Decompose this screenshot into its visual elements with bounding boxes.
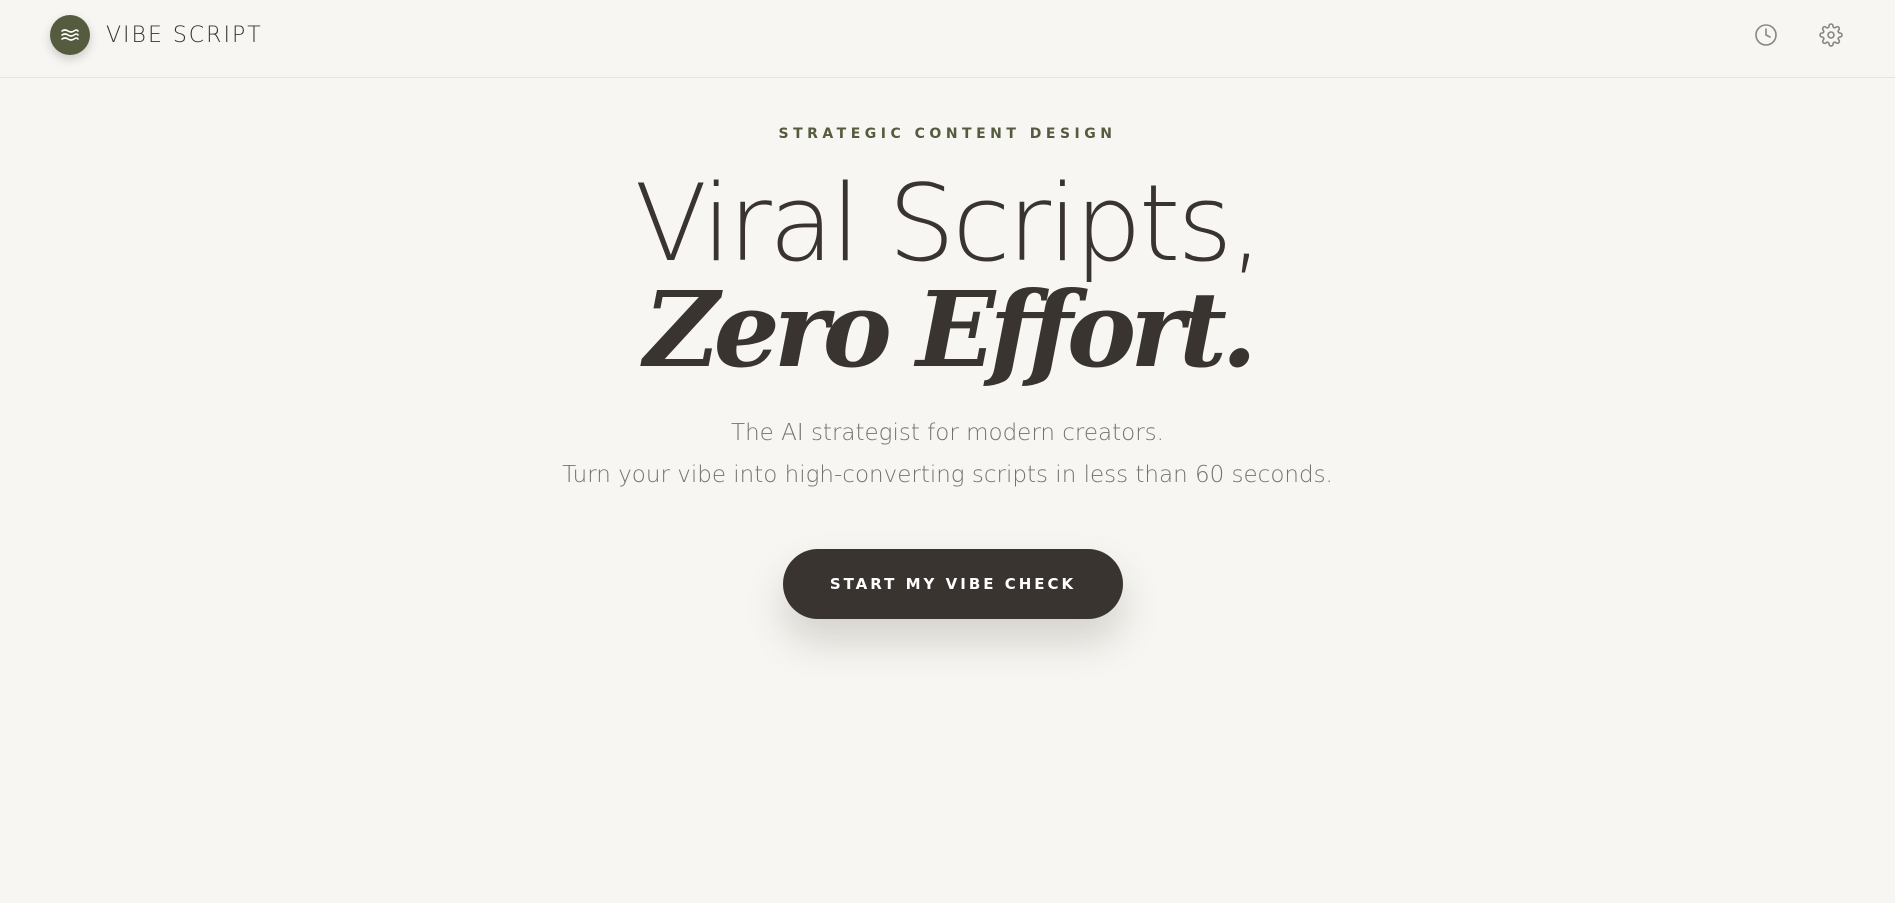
hero-eyebrow: STRATEGIC CONTENT DESIGN xyxy=(778,126,1117,142)
hero-subtitle-line2: Turn your vibe into high-converting scri… xyxy=(562,462,1333,488)
gear-icon xyxy=(1819,23,1843,47)
history-button[interactable] xyxy=(1751,20,1781,50)
top-navigation-bar: VIBE SCRIPT xyxy=(0,0,1895,78)
clock-icon xyxy=(1755,24,1777,46)
brand-logo xyxy=(50,15,90,55)
brand-name: VIBE SCRIPT xyxy=(106,22,263,48)
start-vibe-check-button[interactable]: START MY VIBE CHECK xyxy=(783,549,1123,619)
hero-subtitle-line1: The AI strategist for modern creators. xyxy=(731,420,1164,446)
settings-button[interactable] xyxy=(1816,20,1846,50)
brand-home-link[interactable]: VIBE SCRIPT xyxy=(50,15,263,55)
waves-icon xyxy=(61,29,79,41)
hero-headline-line2: Zero Effort. xyxy=(643,268,1258,391)
